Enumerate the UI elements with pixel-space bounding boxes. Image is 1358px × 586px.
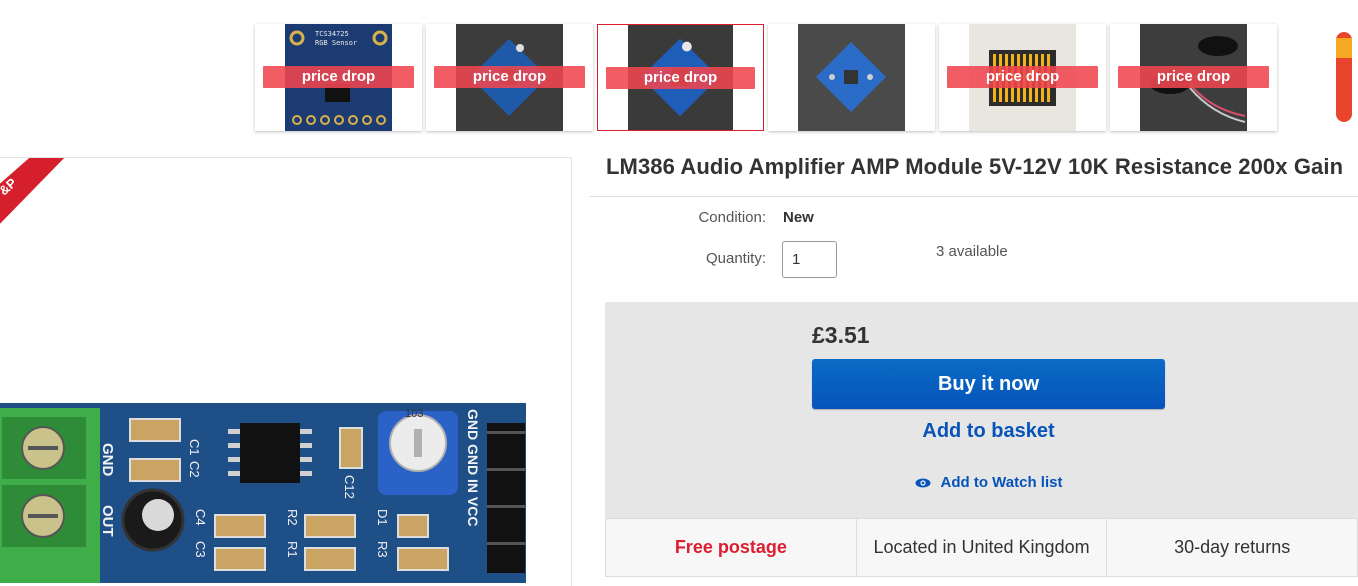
add-to-watch-list-link[interactable]: Add to Watch list — [812, 474, 1165, 491]
thumbnail-image — [798, 24, 905, 131]
thumbnail-6[interactable]: price drop — [1110, 24, 1277, 131]
price-drop-badge: price drop — [1118, 66, 1269, 88]
eye-icon — [915, 478, 931, 487]
silk-d1: D1 — [375, 509, 390, 526]
silk-r2: R2 — [285, 509, 300, 526]
thumbnail-1[interactable]: TCS34725 RGB Sensor price drop — [255, 24, 422, 131]
delivery-info-row: Free postage Located in United Kingdom 3… — [605, 518, 1358, 577]
quantity-input[interactable] — [782, 241, 837, 278]
add-to-basket-link[interactable]: Add to basket — [812, 420, 1165, 443]
quantity-label: Quantity: — [705, 250, 766, 267]
free-postage: Free postage — [606, 519, 857, 576]
available-count: 3 available — [936, 243, 1008, 260]
silk-r1: R1 — [285, 541, 300, 558]
price-drop-badge: price drop — [606, 67, 755, 89]
silk-c12: C12 — [342, 475, 357, 499]
thumb-text-line1: TCS34725 — [315, 30, 349, 38]
silk-c3: C3 — [193, 541, 208, 558]
thumbnail-4[interactable] — [768, 24, 935, 131]
condition-label: Condition: — [698, 209, 766, 226]
main-product-image: GND OUT C1 C2 C4 C3 R2 R1 R3 D1 C12 103 … — [0, 403, 526, 583]
silk-out: OUT — [99, 505, 116, 537]
thumbnail-strip: TCS34725 RGB Sensor price drop price dro… — [255, 24, 1358, 132]
pot-code: 103 — [405, 408, 423, 420]
thumbnail-5[interactable]: price drop — [939, 24, 1106, 131]
main-image-panel[interactable]: &P GND OUT C1 C2 C4 C3 R2 R1 R3 D1 C12 1… — [0, 157, 572, 586]
thumbnail-3[interactable]: price drop — [597, 24, 764, 131]
price-drop-badge: price drop — [947, 66, 1098, 88]
product-title: LM386 Audio Amplifier AMP Module 5V-12V … — [606, 154, 1344, 179]
price-drop-badge: price drop — [263, 66, 414, 88]
thumbnail-2[interactable]: price drop — [426, 24, 593, 131]
thumbnail-next-peek[interactable] — [1333, 32, 1358, 122]
silk-c1: C1 — [187, 439, 202, 456]
condition-value: New — [783, 209, 814, 226]
silk-c4: C4 — [193, 509, 208, 526]
returns-policy: 30-day returns — [1174, 537, 1291, 557]
buy-it-now-button[interactable]: Buy it now — [812, 359, 1165, 409]
corner-ribbon: &P — [0, 158, 65, 224]
title-divider — [590, 196, 1358, 197]
silk-c2: C2 — [187, 461, 202, 478]
silk-gnd: GND — [99, 443, 116, 477]
watch-list-label: Add to Watch list — [940, 474, 1063, 491]
silk-header: GND GND IN VCC — [465, 409, 481, 526]
price-drop-badge: price drop — [434, 66, 585, 88]
thumb-text-line2: RGB Sensor — [315, 39, 357, 47]
item-location: Located in United Kingdom — [857, 519, 1108, 576]
silk-r3: R3 — [375, 541, 390, 558]
price: £3.51 — [812, 322, 870, 348]
